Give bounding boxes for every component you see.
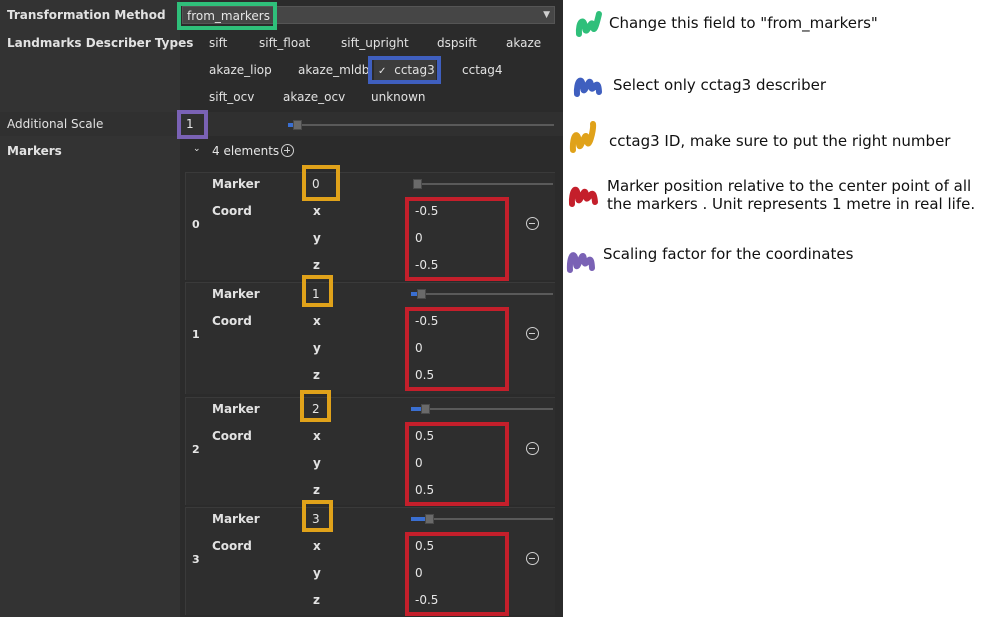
describer-sift[interactable]: sift xyxy=(205,33,231,53)
axis-z-label: z xyxy=(313,368,320,382)
marker-id-input[interactable]: 2 xyxy=(308,398,330,420)
collapse-chevron-icon[interactable]: ⌄ xyxy=(193,144,201,154)
marker-index: 2 xyxy=(192,443,200,456)
axis-x-label: x xyxy=(313,204,321,218)
additional-scale-slider-handle[interactable] xyxy=(293,120,302,130)
coord-x-input[interactable]: 0.5 xyxy=(415,429,434,443)
purple-marker-icon xyxy=(566,252,595,273)
coord-z-input[interactable]: -0.5 xyxy=(415,593,438,607)
marker-index: 0 xyxy=(192,218,200,231)
marker-field-label: Marker xyxy=(212,287,260,301)
axis-x-label: x xyxy=(313,539,321,553)
markers-label: Markers xyxy=(7,144,62,158)
coord-field-label: Coord xyxy=(212,429,252,443)
marker-field-label: Marker xyxy=(212,512,260,526)
marker-id-slider-track[interactable] xyxy=(415,293,553,295)
describer-akaze[interactable]: akaze xyxy=(502,33,545,53)
checkmark-icon: ✓ xyxy=(378,66,387,77)
markers-count: 4 elements xyxy=(212,144,280,158)
describer-akaze-mldb[interactable]: akaze_mldb xyxy=(294,60,373,80)
describer-cctag3-label: cctag3 xyxy=(394,63,435,77)
add-element-icon[interactable] xyxy=(281,144,294,157)
describer-types-label: Landmarks Describer Types xyxy=(7,36,194,50)
chevron-down-icon: ▼ xyxy=(543,10,550,20)
coord-z-input[interactable]: 0.5 xyxy=(415,368,434,382)
coord-x-input[interactable]: -0.5 xyxy=(415,314,438,328)
red-marker-icon xyxy=(568,186,598,207)
additional-scale-label: Additional Scale xyxy=(7,117,104,131)
attribute-editor-panel: Transformation Method from_markers ▼ Lan… xyxy=(0,0,563,617)
coord-x-input[interactable]: 0.5 xyxy=(415,539,434,553)
describer-cctag3[interactable]: ✓ cctag3 xyxy=(374,60,436,80)
coord-y-input[interactable]: 0 xyxy=(415,231,423,245)
yellow-marker-icon xyxy=(569,121,597,153)
remove-element-icon[interactable] xyxy=(526,552,539,565)
annotation-purple-text: Scaling factor for the coordinates xyxy=(603,245,854,263)
describer-akaze-liop[interactable]: akaze_liop xyxy=(205,60,276,80)
describer-unknown[interactable]: unknown xyxy=(367,87,430,107)
marker-id-slider-fill xyxy=(411,407,421,411)
axis-y-label: y xyxy=(313,341,321,355)
transformation-method-label: Transformation Method xyxy=(7,8,166,22)
marker-field-label: Marker xyxy=(212,177,260,191)
coord-y-input[interactable]: 0 xyxy=(415,456,423,470)
describer-sift-ocv[interactable]: sift_ocv xyxy=(205,87,258,107)
remove-element-icon[interactable] xyxy=(526,217,539,230)
axis-x-label: x xyxy=(313,314,321,328)
annotation-red-text-line2: the markers . Unit represents 1 metre in… xyxy=(607,195,976,213)
transformation-method-value: from_markers xyxy=(187,9,270,23)
axis-x-label: x xyxy=(313,429,321,443)
remove-element-icon[interactable] xyxy=(526,442,539,455)
remove-element-icon[interactable] xyxy=(526,327,539,340)
marker-id-slider-track[interactable] xyxy=(415,183,553,185)
marker-id-input[interactable]: 1 xyxy=(308,283,330,305)
marker-index: 1 xyxy=(192,328,200,341)
additional-scale-input[interactable]: 1 xyxy=(181,113,203,135)
coord-field-label: Coord xyxy=(212,204,252,218)
green-marker-icon xyxy=(575,11,602,37)
marker-id-slider-track[interactable] xyxy=(415,408,553,410)
describer-sift-float[interactable]: sift_float xyxy=(255,33,314,53)
marker-id-input[interactable]: 3 xyxy=(308,508,330,530)
marker-id-input[interactable]: 0 xyxy=(308,173,330,195)
marker-id-slider-handle[interactable] xyxy=(413,179,422,189)
marker-id-slider-handle[interactable] xyxy=(425,514,434,524)
axis-y-label: y xyxy=(313,231,321,245)
additional-scale-slider-track[interactable] xyxy=(292,124,554,126)
marker-id-slider-fill xyxy=(411,517,425,521)
coord-y-input[interactable]: 0 xyxy=(415,341,423,355)
describer-akaze-ocv[interactable]: akaze_ocv xyxy=(279,87,349,107)
annotation-green-text: Change this field to "from_markers" xyxy=(609,14,878,32)
marker-field-label: Marker xyxy=(212,402,260,416)
describer-dspsift[interactable]: dspsift xyxy=(433,33,481,53)
axis-y-label: y xyxy=(313,456,321,470)
label-column xyxy=(0,0,180,617)
blue-marker-icon xyxy=(573,77,602,97)
marker-id-slider-handle[interactable] xyxy=(421,404,430,414)
annotation-blue-text: Select only cctag3 describer xyxy=(613,76,827,94)
coord-field-label: Coord xyxy=(212,314,252,328)
coord-field-label: Coord xyxy=(212,539,252,553)
marker-id-slider-handle[interactable] xyxy=(417,289,426,299)
marker-id-slider-track[interactable] xyxy=(415,518,553,520)
axis-z-label: z xyxy=(313,483,320,497)
describer-sift-upright[interactable]: sift_upright xyxy=(337,33,413,53)
marker-index: 3 xyxy=(192,553,200,566)
axis-z-label: z xyxy=(313,593,320,607)
coord-y-input[interactable]: 0 xyxy=(415,566,423,580)
coord-x-input[interactable]: -0.5 xyxy=(415,204,438,218)
coord-z-input[interactable]: -0.5 xyxy=(415,258,438,272)
transformation-method-combobox[interactable]: from_markers ▼ xyxy=(182,6,555,24)
annotation-red-text-line1: Marker position relative to the center p… xyxy=(607,177,972,195)
coord-z-input[interactable]: 0.5 xyxy=(415,483,434,497)
annotation-yellow-text: cctag3 ID, make sure to put the right nu… xyxy=(609,132,951,150)
axis-y-label: y xyxy=(313,566,321,580)
axis-z-label: z xyxy=(313,258,320,272)
describer-cctag4[interactable]: cctag4 xyxy=(458,60,507,80)
